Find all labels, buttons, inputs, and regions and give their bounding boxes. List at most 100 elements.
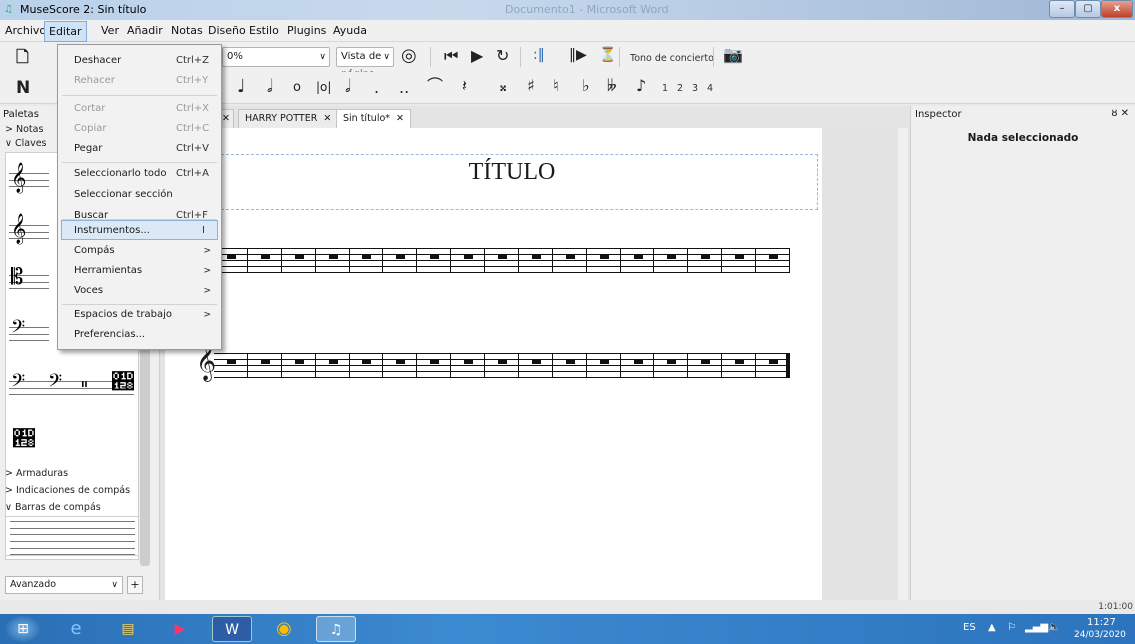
longa-icon[interactable]: 𝅗𝅥 xyxy=(345,78,351,96)
barline[interactable] xyxy=(348,353,350,377)
concert-pitch-toggle[interactable]: Tono de concierto xyxy=(630,53,714,64)
whole-rest[interactable] xyxy=(396,255,406,259)
natural-icon[interactable]: ♮ xyxy=(553,78,559,94)
whole-rest[interactable] xyxy=(701,360,711,364)
palette-section-armaduras[interactable]: > Armaduras xyxy=(5,468,68,479)
barline[interactable] xyxy=(687,353,689,377)
note-input-mode-icon[interactable]: N xyxy=(16,80,30,97)
language-indicator[interactable]: ES xyxy=(963,622,976,633)
workspace-select[interactable]: Avanzado ∨ xyxy=(5,576,123,594)
start-button-icon[interactable]: ⊞ xyxy=(6,616,40,642)
whole-rest[interactable] xyxy=(633,255,643,259)
tab-serif-clef-item[interactable]: 𝄨 xyxy=(13,429,35,451)
whole-rest[interactable] xyxy=(260,255,270,259)
augmentation-dot-icon[interactable]: . xyxy=(374,80,379,96)
add-workspace-button[interactable]: + xyxy=(127,576,143,594)
whole-rest[interactable] xyxy=(565,255,575,259)
score-title[interactable]: TÍTULO xyxy=(207,159,817,186)
menu-item-compas[interactable]: Compás > xyxy=(58,241,221,261)
menu-item-pegar[interactable]: Pegar Ctrl+V xyxy=(58,139,221,159)
whole-rest[interactable] xyxy=(531,360,541,364)
bass-clef-item[interactable]: 𝄢 xyxy=(11,319,25,341)
whole-rest[interactable] xyxy=(362,360,372,364)
barline[interactable] xyxy=(551,353,553,377)
metronome-icon[interactable]: ⏳ xyxy=(599,48,616,62)
whole-rest[interactable] xyxy=(599,360,609,364)
final-barline[interactable] xyxy=(786,353,790,377)
barline[interactable] xyxy=(314,353,316,377)
whole-rest[interactable] xyxy=(667,255,677,259)
staff-system-2[interactable] xyxy=(214,353,790,378)
barline[interactable] xyxy=(687,248,689,272)
barline[interactable] xyxy=(721,353,723,377)
repeat-icon[interactable]: :‖ xyxy=(533,48,545,62)
menu-item-herramientas[interactable]: Herramientas > xyxy=(58,261,221,281)
barline[interactable] xyxy=(280,248,282,272)
pan-icon[interactable]: ‖▶ xyxy=(569,48,587,62)
rest-icon[interactable]: 𝄽 xyxy=(462,78,467,94)
barline[interactable] xyxy=(484,248,486,272)
barline[interactable] xyxy=(721,248,723,272)
menu-estilo[interactable]: Estilo xyxy=(249,24,279,37)
menu-archivo[interactable]: Archivo xyxy=(5,24,46,37)
barline[interactable] xyxy=(653,248,655,272)
quarter-note-icon[interactable]: ♩ xyxy=(237,78,246,96)
menu-item-seleccionar-todo[interactable]: Seleccionarlo todo Ctrl+A xyxy=(58,164,221,184)
tab-harry-potter[interactable]: HARRY POTTER ✕ xyxy=(238,109,339,128)
file-explorer-icon[interactable]: ▤ xyxy=(108,616,148,642)
whole-rest[interactable] xyxy=(599,255,609,259)
whole-rest[interactable] xyxy=(362,255,372,259)
menu-item-instrumentos[interactable]: Instrumentos... I xyxy=(61,220,218,240)
barline[interactable] xyxy=(653,353,655,377)
midi-input-icon[interactable]: ◎ xyxy=(401,47,417,65)
palette-section-claves[interactable]: ∨ Claves xyxy=(5,138,46,149)
inspector-window-controls[interactable]: ȣ ✕ xyxy=(1111,108,1129,119)
menu-ayuda[interactable]: Ayuda xyxy=(333,24,367,37)
breve-icon[interactable]: |o| xyxy=(316,81,331,93)
palette-scrollbar[interactable] xyxy=(140,341,150,566)
whole-rest[interactable] xyxy=(226,360,236,364)
maximize-button[interactable]: ▢ xyxy=(1075,0,1101,18)
whole-rest[interactable] xyxy=(430,360,440,364)
whole-rest[interactable] xyxy=(498,255,507,259)
voice-2-button[interactable]: 2 xyxy=(677,83,683,94)
palette-section-indicaciones[interactable]: > Indicaciones de compás xyxy=(5,485,130,496)
clock-date[interactable]: 24/03/2020 xyxy=(1074,630,1126,640)
barline[interactable] xyxy=(280,353,282,377)
alto-clef-item[interactable]: 𝄡 xyxy=(11,267,23,289)
voice-3-button[interactable]: 3 xyxy=(692,83,698,94)
loop-icon[interactable]: ↻ xyxy=(496,48,509,64)
barline[interactable] xyxy=(517,353,519,377)
whole-rest[interactable] xyxy=(226,255,236,259)
network-icon[interactable]: ▂▄▆ xyxy=(1025,622,1048,633)
word-icon[interactable]: W xyxy=(212,616,252,642)
barline[interactable] xyxy=(450,353,452,377)
menu-item-rehacer[interactable]: Rehacer Ctrl+Y xyxy=(58,71,221,91)
minimize-button[interactable]: – xyxy=(1049,0,1075,18)
score-title-frame[interactable]: TÍTULO xyxy=(206,154,818,210)
media-player-icon[interactable]: ▶ xyxy=(160,616,200,642)
sharp-icon[interactable]: ♯ xyxy=(527,78,535,94)
whole-rest[interactable] xyxy=(498,360,507,364)
whole-rest[interactable] xyxy=(328,255,338,259)
close-icon[interactable]: ✕ xyxy=(396,113,404,124)
staff-system-1[interactable] xyxy=(214,248,790,273)
rewind-icon[interactable]: ⏮ xyxy=(444,48,458,64)
whole-rest[interactable] xyxy=(464,255,474,259)
bass-8va-clef-item[interactable]: 𝄢 xyxy=(48,373,62,395)
barline[interactable] xyxy=(246,248,248,272)
barline[interactable] xyxy=(382,248,384,272)
menu-ver[interactable]: Ver xyxy=(101,24,119,37)
barline[interactable] xyxy=(551,248,553,272)
menu-editar[interactable]: Editar xyxy=(44,21,87,42)
menu-notas[interactable]: Notas xyxy=(171,24,203,37)
whole-rest[interactable] xyxy=(735,255,745,259)
barline[interactable] xyxy=(416,353,418,377)
palette-section-notas[interactable]: > Notas xyxy=(5,124,43,135)
half-note-icon[interactable]: 𝅗𝅥 xyxy=(267,78,273,96)
close-button[interactable]: x xyxy=(1101,0,1133,18)
barline[interactable] xyxy=(517,248,519,272)
tie-icon[interactable]: ⌒ xyxy=(427,78,443,94)
whole-rest[interactable] xyxy=(701,255,711,259)
whole-rest[interactable] xyxy=(531,255,541,259)
